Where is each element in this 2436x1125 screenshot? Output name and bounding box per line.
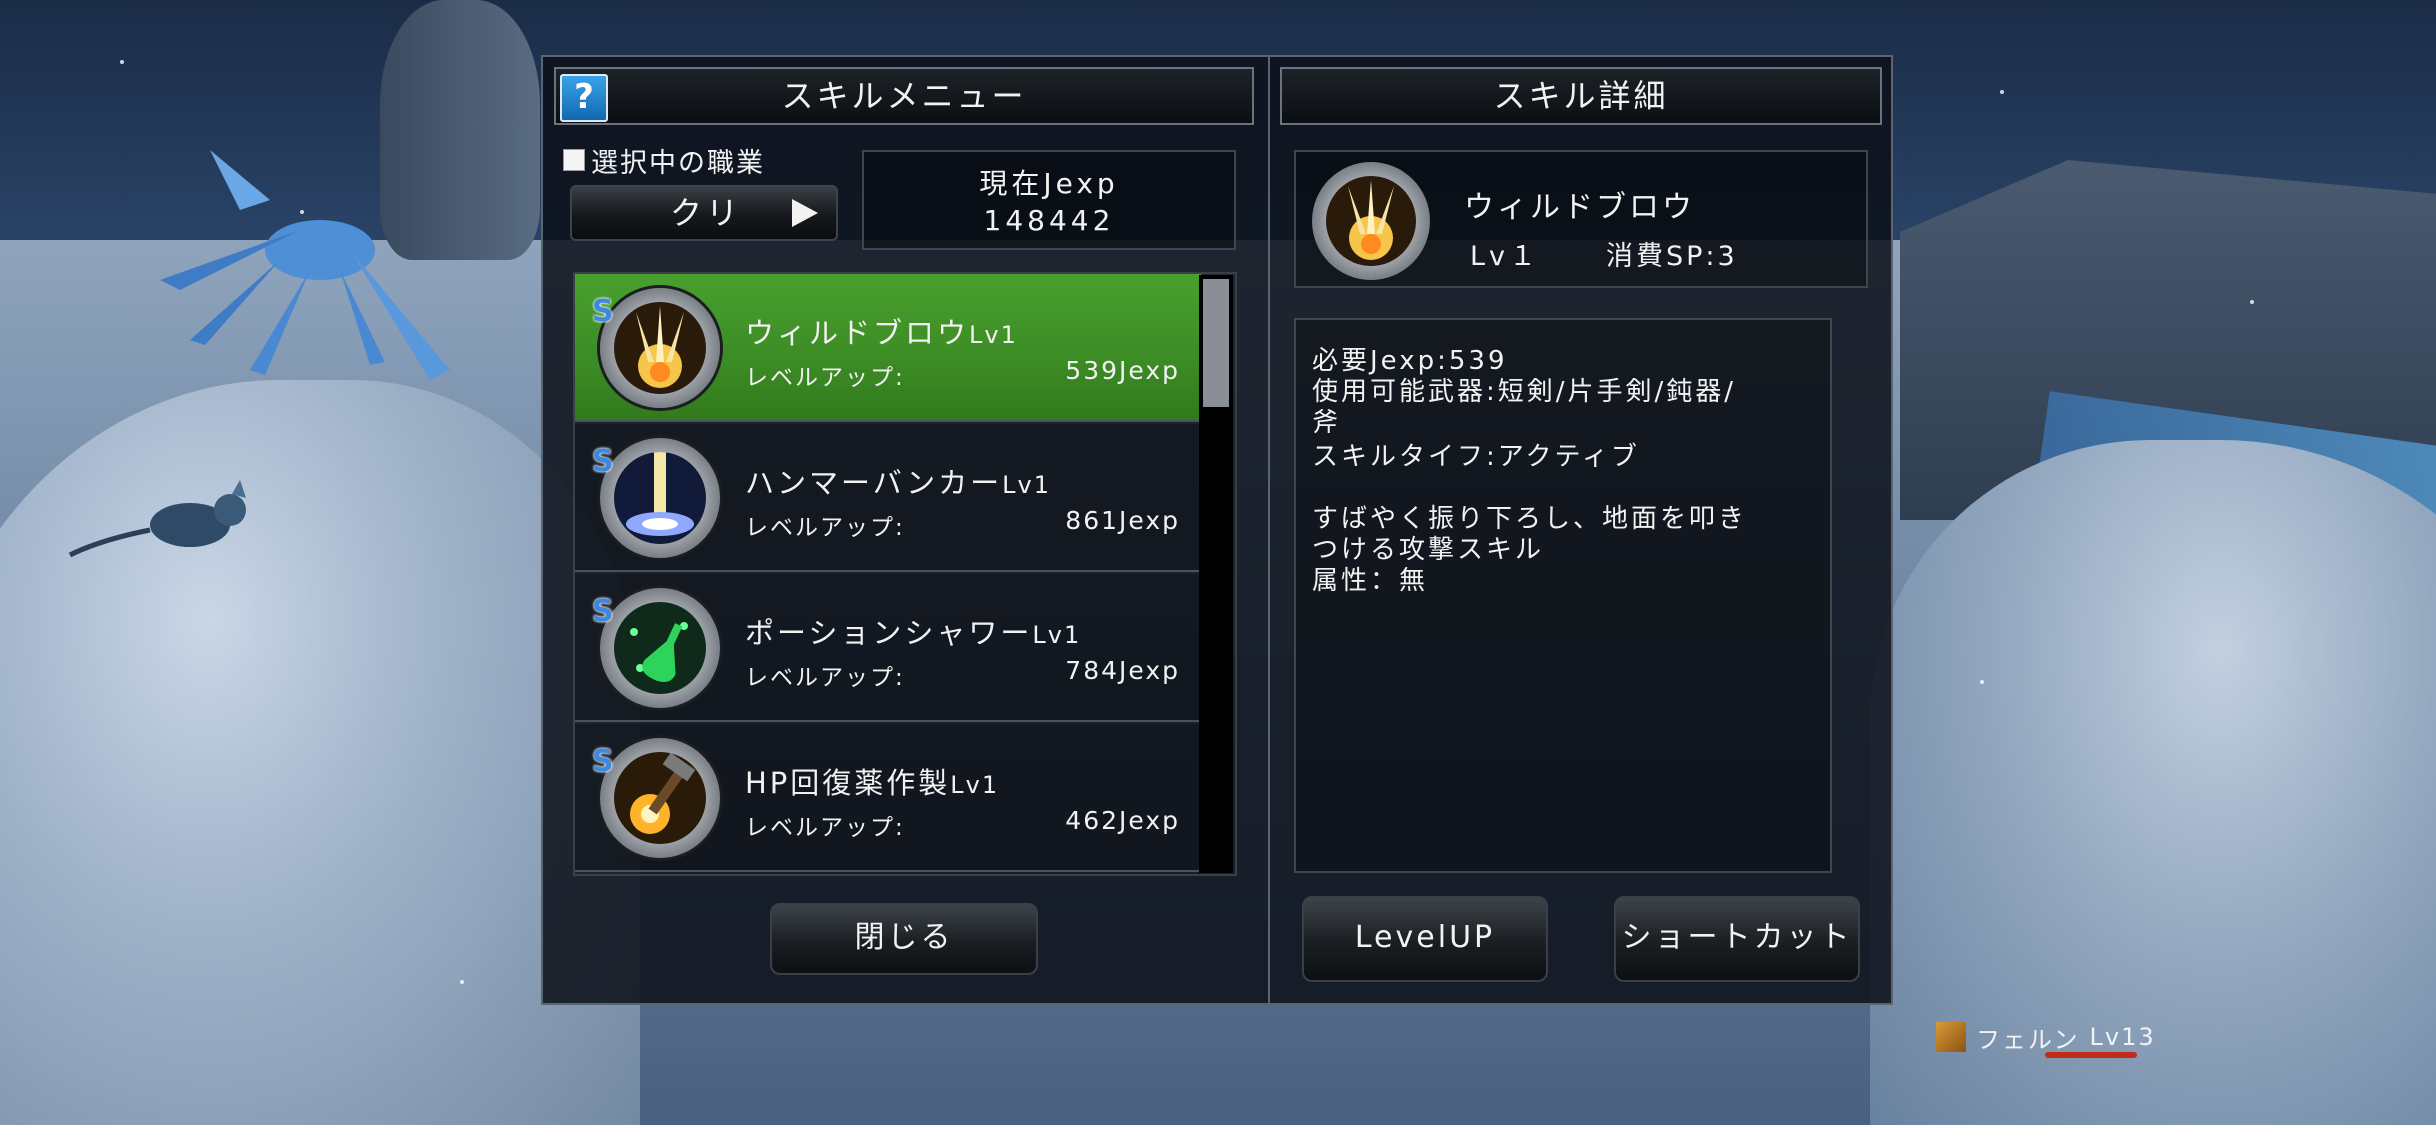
levelup-cost: 861Jexp [1065, 506, 1180, 535]
snowflake [120, 60, 124, 64]
snowflake [1980, 680, 1984, 684]
scrollbar-thumb[interactable] [1203, 279, 1229, 407]
active-skill-badge: S [592, 444, 614, 479]
current-jexp-label: 現在Jexp [979, 167, 1119, 200]
levelup-cost: 462Jexp [1065, 806, 1180, 835]
required-jexp: 必要Jexp:539 [1312, 346, 1508, 376]
skill-list[interactable]: S ウィルドブロウLv1 レベルアップ: 539Jexp S ハンマーバンカーL… [573, 272, 1237, 876]
snowflake [300, 210, 304, 214]
skill-detail-title-bar: スキル詳細 [1280, 67, 1882, 125]
levelup-cost: 539Jexp [1065, 356, 1180, 385]
active-skill-badge: S [592, 594, 614, 629]
skill-name: ポーションシャワー [745, 616, 1033, 650]
question-mark-icon: ? [574, 77, 594, 117]
current-jexp-box: 現在Jexp 148442 [862, 150, 1236, 250]
level-up-button[interactable]: LevelUP [1302, 896, 1548, 982]
player-nameplate: フェルン Lv13 [1936, 1017, 2156, 1057]
usable-weapons-cont: 斧 [1312, 408, 1342, 438]
skill-row-potion-shower[interactable]: S ポーションシャワーLv1 レベルアップ: 784Jexp [575, 574, 1201, 722]
play-arrow-icon [792, 199, 818, 227]
current-job-checkbox-label: 選択中の職業 [591, 147, 765, 179]
job-select-button[interactable]: クリ [570, 185, 838, 241]
player-name: フェルン [1976, 1025, 2080, 1054]
skill-level: Lv1 [969, 321, 1018, 349]
skill-detail-title: スキル詳細 [1493, 77, 1669, 115]
hp-potion-craft-skill-icon: S [592, 738, 720, 858]
selected-skill-level: Lv１ [1470, 241, 1541, 272]
close-button[interactable]: 閉じる [770, 903, 1038, 975]
current-jexp-value: 148442 [983, 204, 1115, 237]
description-line-1: すばやく振り下ろし、地面を叩き [1312, 504, 1748, 534]
usable-weapons: 使用可能武器:短剣/片手剣/鈍器/ [1312, 377, 1737, 407]
current-job-filter[interactable]: 選択中の職業 [563, 143, 765, 179]
skill-list-scrollbar[interactable] [1199, 275, 1233, 873]
job-select-label: クリ [670, 194, 743, 232]
wild-blow-skill-icon: S [592, 288, 720, 408]
skill-name: HP回復薬作製 [745, 766, 951, 800]
levelup-label: レベルアップ: [745, 515, 905, 541]
snowflake [2250, 300, 2254, 304]
skill-menu-title: スキルメニュー [781, 77, 1027, 115]
player-hp-bar [2045, 1052, 2137, 1058]
snow-rat-monster [68, 480, 246, 558]
element-attribute: 属性：無 [1312, 566, 1429, 596]
selected-skill-name: ウィルドブロウ [1464, 190, 1695, 225]
skill-detail-header: ウィルドブロウ Lv１ 消費SP:3 [1294, 150, 1868, 288]
skill-menu-title-bar: スキルメニュー [554, 67, 1254, 125]
snowflake [2000, 90, 2004, 94]
skill-name: ハンマーバンカー [745, 466, 1003, 500]
skill-row-hammer-bunker[interactable]: S ハンマーバンカーLv1 レベルアップ: 861Jexp [575, 424, 1201, 572]
levelup-label: レベルアップ: [745, 365, 905, 391]
active-skill-badge: S [592, 744, 614, 779]
panel-divider [1268, 55, 1270, 1005]
shortcut-button[interactable]: ショートカット [1614, 896, 1860, 982]
active-skill-badge: S [592, 294, 614, 329]
skill-row-hp-potion-craft[interactable]: S HP回復薬作製Lv1 レベルアップ: 462Jexp [575, 724, 1201, 872]
guild-emblem-icon [1936, 1022, 1966, 1052]
levelup-cost: 784Jexp [1065, 656, 1180, 685]
player-level: Lv13 [2089, 1023, 2156, 1051]
description-line-2: つける攻撃スキル [1312, 535, 1545, 565]
levelup-label: レベルアップ: [745, 815, 905, 841]
wild-blow-skill-icon [1312, 162, 1430, 280]
skill-level: Lv1 [1032, 621, 1082, 649]
levelup-label: レベルアップ: [745, 665, 905, 691]
skill-row-wild-blow[interactable]: S ウィルドブロウLv1 レベルアップ: 539Jexp [575, 274, 1201, 422]
hammer-bunker-skill-icon: S [592, 438, 720, 558]
potion-shower-skill-icon: S [592, 588, 720, 708]
skill-level: Lv1 [1002, 471, 1052, 499]
help-button[interactable]: ? [560, 74, 608, 122]
snowflake [460, 980, 464, 984]
ice-crab-monster [160, 150, 450, 380]
skill-type: スキルタイフ:アクティブ [1312, 442, 1640, 472]
skill-description-box: 必要Jexp:539 使用可能武器:短剣/片手剣/鈍器/ 斧 スキルタイフ:アク… [1294, 318, 1832, 873]
skill-name: ウィルドブロウ [745, 316, 970, 350]
selected-skill-sp-cost: 消費SP:3 [1606, 241, 1738, 272]
current-job-checkbox[interactable] [563, 149, 585, 171]
skill-level: Lv1 [950, 771, 1000, 799]
